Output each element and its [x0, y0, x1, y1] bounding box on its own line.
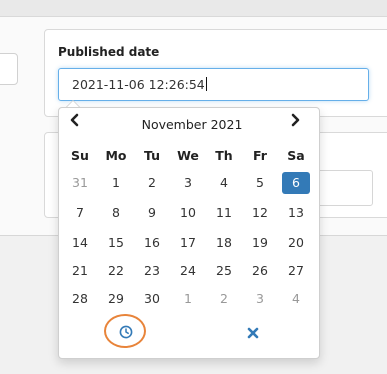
top-band: [0, 0, 387, 16]
calendar-day[interactable]: 9: [138, 202, 166, 224]
clock-icon: [119, 325, 133, 339]
calendar-day[interactable]: 20: [282, 232, 310, 254]
calendar-day[interactable]: 3: [174, 172, 202, 194]
calendar-day[interactable]: 6: [282, 172, 310, 194]
weekday-header: Th: [215, 148, 233, 163]
calendar-day[interactable]: 3: [246, 288, 274, 310]
weekday-header: Sa: [287, 148, 305, 163]
calendar-day[interactable]: 17: [174, 232, 202, 254]
calendar-day[interactable]: 4: [210, 172, 238, 194]
calendar-day[interactable]: 21: [66, 260, 94, 282]
weekday-header: Su: [71, 148, 89, 163]
chevron-left-icon: [70, 113, 79, 127]
next-month-button[interactable]: [290, 113, 300, 131]
chevron-right-icon: [291, 113, 300, 127]
calendar-day[interactable]: 30: [138, 288, 166, 310]
calendar-day[interactable]: 28: [66, 288, 94, 310]
calendar-day[interactable]: 27: [282, 260, 310, 282]
published-date-text: 2021-11-06 12:26:54: [72, 77, 205, 92]
calendar-day[interactable]: 25: [210, 260, 238, 282]
weekday-header: We: [177, 148, 199, 163]
picker-arrow-inner: [67, 101, 79, 107]
calendar-day[interactable]: 10: [174, 202, 202, 224]
calendar-day[interactable]: 1: [102, 172, 130, 194]
calendar-day[interactable]: 14: [66, 232, 94, 254]
calendar-day[interactable]: 22: [102, 260, 130, 282]
calendar-day[interactable]: 13: [282, 202, 310, 224]
text-cursor: [205, 77, 207, 91]
calendar-day[interactable]: 26: [246, 260, 274, 282]
calendar-day[interactable]: 15: [102, 232, 130, 254]
time-toggle-button[interactable]: [118, 324, 134, 340]
secondary-input[interactable]: [311, 170, 373, 206]
month-title[interactable]: November 2021: [118, 117, 266, 132]
calendar-day[interactable]: 11: [210, 202, 238, 224]
calendar-day[interactable]: 1: [174, 288, 202, 310]
calendar-day[interactable]: 18: [210, 232, 238, 254]
published-date-value: 2021-11-06 12:26:54: [72, 77, 207, 92]
calendar-day[interactable]: 4: [282, 288, 310, 310]
calendar-day[interactable]: 2: [138, 172, 166, 194]
calendar-day[interactable]: 2: [210, 288, 238, 310]
weekday-header: Mo: [105, 148, 127, 163]
calendar-day[interactable]: 16: [138, 232, 166, 254]
close-icon: [247, 327, 259, 339]
published-date-label: Published date: [58, 45, 160, 59]
clear-button[interactable]: [245, 325, 261, 341]
weekday-header: Fr: [253, 148, 267, 163]
left-field-edge[interactable]: [0, 53, 18, 85]
calendar-day[interactable]: 5: [246, 172, 274, 194]
weekday-header: Tu: [143, 148, 161, 163]
prev-month-button[interactable]: [70, 113, 80, 131]
calendar-day[interactable]: 19: [246, 232, 274, 254]
calendar-day[interactable]: 29: [102, 288, 130, 310]
calendar-day[interactable]: 24: [174, 260, 202, 282]
calendar-day[interactable]: 31: [66, 172, 94, 194]
calendar-day[interactable]: 23: [138, 260, 166, 282]
calendar-day[interactable]: 7: [66, 202, 94, 224]
calendar-day[interactable]: 12: [246, 202, 274, 224]
calendar-day[interactable]: 8: [102, 202, 130, 224]
